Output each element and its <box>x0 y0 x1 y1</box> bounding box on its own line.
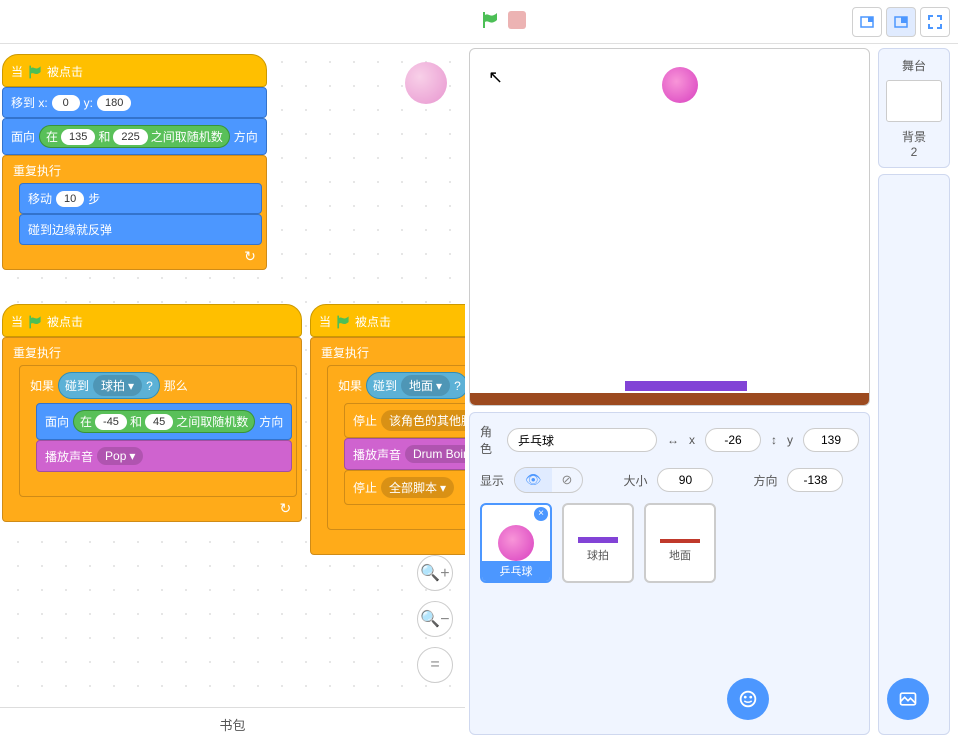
stage-thumbnail <box>886 80 942 122</box>
cursor-icon: ↖ <box>488 67 503 88</box>
stop-block-2[interactable]: 停止 全部脚本 ▾ <box>344 470 465 505</box>
forever-block[interactable]: 重复执行 移动10步 碰到边缘就反弹 ↻ <box>2 155 267 270</box>
loop-arrow-icon: ↻ <box>244 248 256 265</box>
sprite-list: × 乒乓球 球拍 地面 <box>480 503 859 583</box>
play-sound-block-2[interactable]: 播放声音 Drum Boing <box>344 438 465 470</box>
bounce-block[interactable]: 碰到边缘就反弹 <box>19 214 262 245</box>
sprite-tile-ground[interactable]: 地面 <box>644 503 716 583</box>
when-flag-clicked-block-2[interactable]: 当 被点击 <box>2 304 302 337</box>
if-block-2[interactable]: 如果 碰到 地面 ▾ ? 停止 该角色的其他脚本 <box>327 365 465 530</box>
eye-off-icon[interactable]: ⊘ <box>552 468 583 492</box>
if-block[interactable]: 如果 碰到 球拍 ▾ ? 那么 面向 <box>19 365 297 497</box>
stage-ground <box>470 393 869 405</box>
sprite-tile-ball[interactable]: × 乒乓球 <box>480 503 552 583</box>
stop-block[interactable]: 停止 该角色的其他脚本 <box>344 403 465 438</box>
y-icon: ↕ <box>771 433 777 447</box>
topbar <box>0 0 958 44</box>
green-flag-icon[interactable] <box>480 10 500 30</box>
close-icon[interactable]: × <box>534 507 548 521</box>
visibility-toggle[interactable]: 👁 ⊘ <box>514 467 583 493</box>
sprite-size-input[interactable] <box>657 468 713 492</box>
sprite-direction-input[interactable] <box>787 468 843 492</box>
fullscreen-button[interactable] <box>920 7 950 37</box>
play-sound-block[interactable]: 播放声音 Pop ▾ <box>36 440 292 472</box>
sprite-preview-ball <box>405 62 447 104</box>
touching-block-2[interactable]: 碰到 地面 ▾ ? <box>366 372 465 399</box>
stage-ball[interactable] <box>662 67 698 103</box>
add-backdrop-button[interactable] <box>887 678 929 720</box>
forever-block-2[interactable]: 重复执行 如果 碰到 球拍 ▾ ? 那么 <box>2 337 302 522</box>
pick-random-block[interactable]: 在135 和225 之间取随机数 <box>39 125 230 148</box>
add-sprite-button[interactable] <box>727 678 769 720</box>
touching-block[interactable]: 碰到 球拍 ▾ ? <box>58 372 160 399</box>
stage-selector[interactable]: 舞台 背景 2 <box>878 48 950 168</box>
view-large-button[interactable] <box>886 7 916 37</box>
stop-icon[interactable] <box>508 11 526 29</box>
eye-icon[interactable]: 👁 <box>515 468 552 492</box>
backpack-panel[interactable]: 书包 <box>0 707 465 743</box>
forever-block-3[interactable]: 重复执行 如果 碰到 地面 ▾ ? <box>310 337 465 555</box>
sprite-x-input[interactable] <box>705 428 761 452</box>
view-small-button[interactable] <box>852 7 882 37</box>
xy-icon: ↔ <box>667 433 679 447</box>
sprite-tile-paddle[interactable]: 球拍 <box>562 503 634 583</box>
when-flag-clicked-block-3[interactable]: 当 被点击 <box>310 304 465 337</box>
move-steps-block[interactable]: 移动10步 <box>19 183 262 214</box>
stage[interactable]: ↖ <box>469 48 870 406</box>
when-flag-clicked-block[interactable]: 当 被点击 <box>2 54 267 87</box>
sprite-panel: 角色 ↔ x ↕ y 显示 👁 ⊘ 大小 <box>469 412 870 735</box>
zoom-reset-button[interactable]: = <box>417 647 453 683</box>
sprite-y-input[interactable] <box>803 428 859 452</box>
goto-xy-block[interactable]: 移到 x:0 y:180 <box>2 87 267 118</box>
pick-random-block-2[interactable]: 在-45 和45 之间取随机数 <box>73 410 255 433</box>
loop-arrow-icon: ↻ <box>280 500 292 517</box>
sprite-label: 角色 <box>480 423 497 457</box>
point-direction-block[interactable]: 面向 在135 和225 之间取随机数 方向 <box>2 118 267 155</box>
zoom-out-button[interactable]: 🔍− <box>417 601 453 637</box>
stage-paddle[interactable] <box>625 381 747 391</box>
sprite-name-input[interactable] <box>507 428 657 452</box>
point-direction-block-2[interactable]: 面向 在-45 和45 之间取随机数 方向 <box>36 403 292 440</box>
zoom-in-button[interactable]: 🔍+ <box>417 555 453 591</box>
script-area[interactable]: 当 被点击 移到 x:0 y:180 面向 在135 和225 之间取随机数 方… <box>0 44 465 743</box>
